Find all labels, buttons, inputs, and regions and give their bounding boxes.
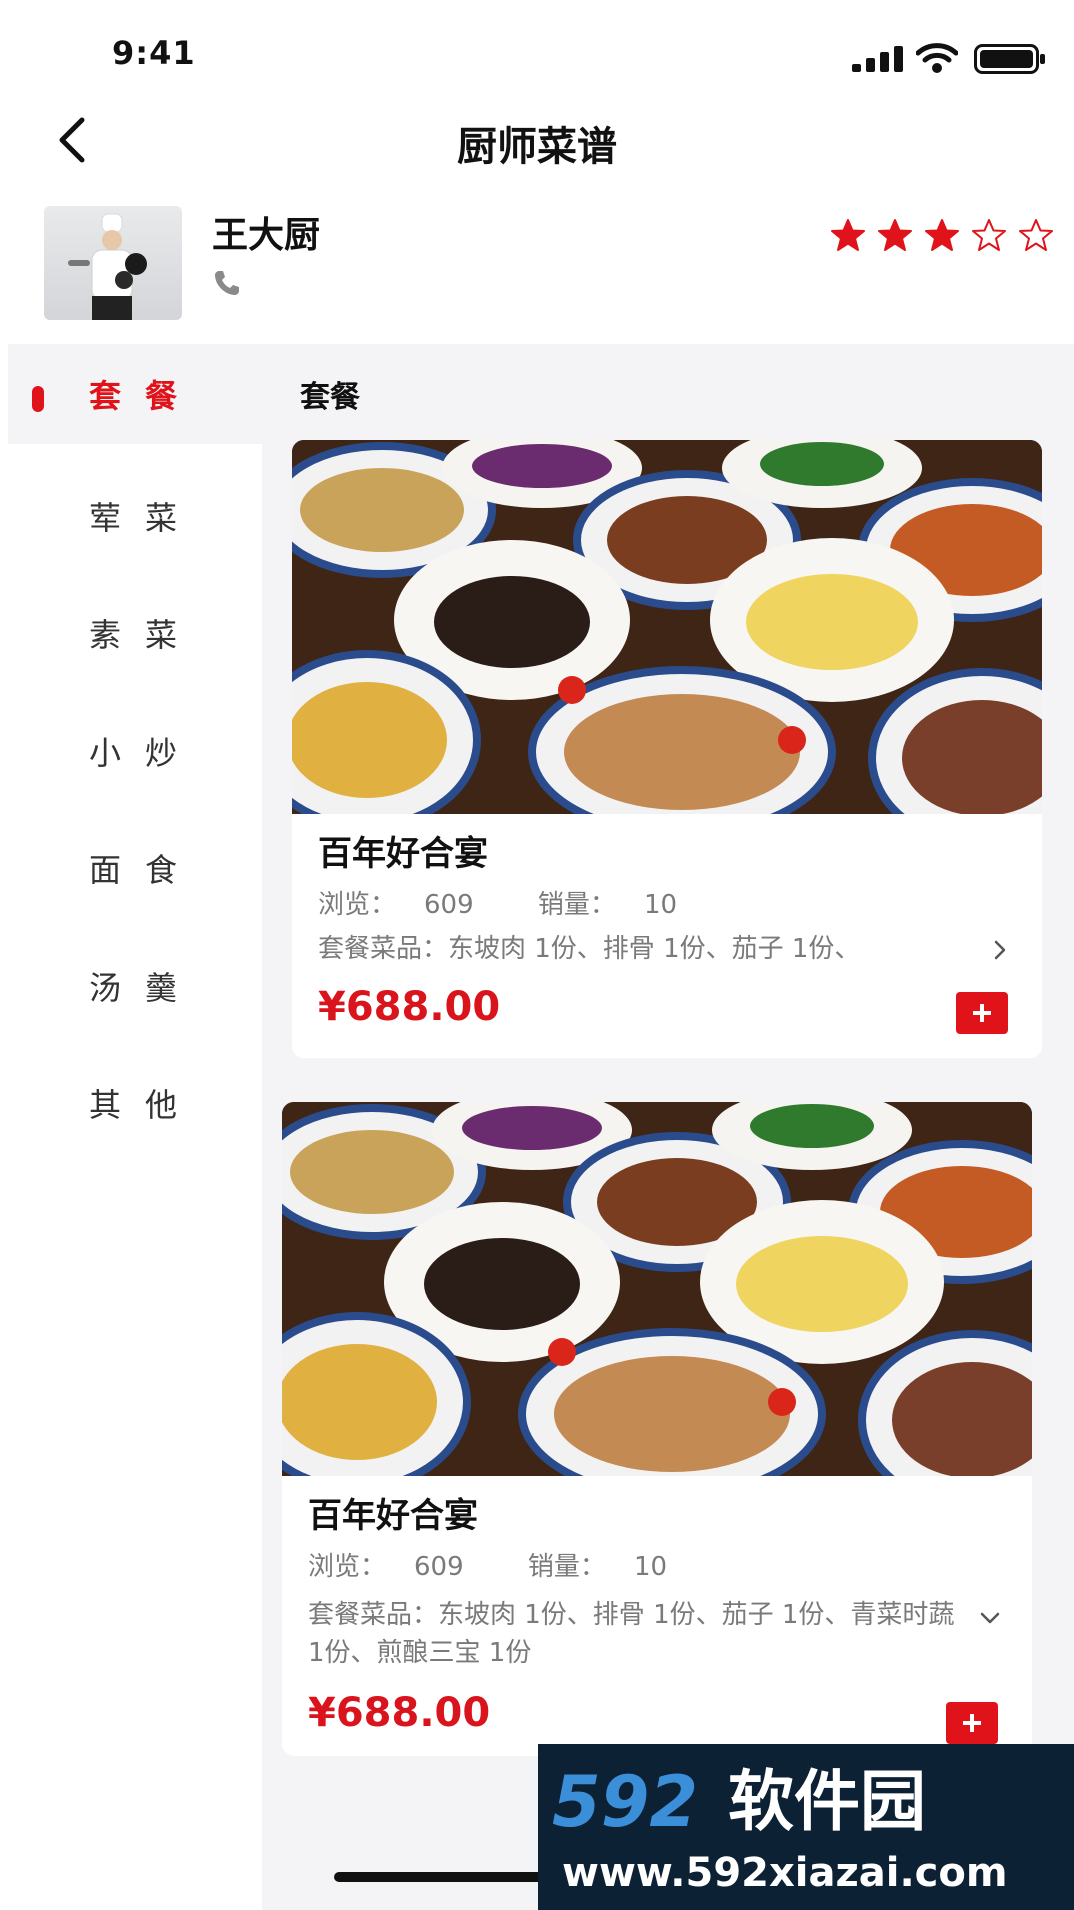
sidebar-item-set-meal[interactable]: 套餐 xyxy=(8,344,262,444)
add-to-cart-button[interactable] xyxy=(956,992,1008,1034)
active-indicator xyxy=(32,386,44,412)
star-filled-icon xyxy=(925,219,959,251)
status-time: 9:41 xyxy=(112,34,196,72)
dish-contents: 套餐菜品：东坡肉 1份、排骨 1份、茄子 1份、 xyxy=(318,934,861,964)
star-outline-icon xyxy=(1019,219,1053,251)
sidebar-item-label: 素菜 xyxy=(88,616,201,654)
sales-label: 销量： xyxy=(527,1552,606,1582)
sales-stat: 销量： 10 xyxy=(538,890,705,920)
sidebar-item-other[interactable]: 其他 xyxy=(8,1053,262,1153)
plus-icon xyxy=(963,1714,981,1732)
chef-name: 王大厨 xyxy=(212,215,321,256)
dish-name: 百年好合宴 xyxy=(308,1496,478,1536)
views-stat: 浏览： 609 xyxy=(308,1552,492,1582)
star-filled-icon xyxy=(831,219,865,251)
sidebar-item-label: 汤羹 xyxy=(88,969,201,1007)
sidebar-item-label: 面食 xyxy=(88,851,201,889)
section-title: 套餐 xyxy=(300,380,360,415)
chevron-right-icon[interactable] xyxy=(988,938,1012,962)
views-label: 浏览： xyxy=(308,1552,387,1582)
views-count: 609 xyxy=(414,1552,464,1582)
cellular-signal-icon xyxy=(852,46,903,72)
sales-label: 销量： xyxy=(537,890,616,920)
set-meal-card[interactable]: 百年好合宴 浏览： 609 销量： 10 套餐菜品：东坡肉 1份、排骨 1份、茄子 … xyxy=(292,440,1042,1058)
watermark-logo: 592 软件园 www.592xiazai.com xyxy=(538,1744,1074,1910)
dish-photo xyxy=(292,440,1042,814)
dish-stats: 浏览： 609 销量： 10 xyxy=(318,884,733,921)
phone-icon[interactable] xyxy=(212,268,242,298)
star-outline-icon xyxy=(972,219,1006,251)
views-count: 609 xyxy=(424,890,474,920)
svg-text:592: 592 xyxy=(552,1761,698,1843)
chevron-down-icon[interactable] xyxy=(978,1606,1002,1630)
sidebar-item-soup[interactable]: 汤羹 xyxy=(8,936,262,1036)
dish-price: ¥688.00 xyxy=(318,984,501,1030)
sidebar-item-label: 套餐 xyxy=(88,377,201,415)
star-filled-icon xyxy=(878,219,912,251)
dish-contents: 套餐菜品：东坡肉 1份、排骨 1份、茄子 1份、青菜时蔬 1份、煎酿三宝 1份 xyxy=(308,1600,955,1668)
category-sidebar: 套餐 荤菜 素菜 小炒 面食 汤羹 其他 xyxy=(8,344,262,1910)
svg-text:软件园: 软件园 xyxy=(728,1763,926,1840)
status-bar: 9:41 xyxy=(0,0,1074,100)
dish-photo xyxy=(282,1102,1032,1476)
sales-count: 10 xyxy=(633,1552,668,1582)
plus-icon xyxy=(973,1004,991,1022)
sidebar-item-noodles[interactable]: 面食 xyxy=(8,818,262,918)
chef-rating xyxy=(830,218,1054,254)
sales-stat: 销量： 10 xyxy=(528,1552,695,1582)
wifi-icon xyxy=(916,43,958,73)
add-to-cart-button[interactable] xyxy=(946,1702,998,1744)
chef-avatar xyxy=(44,206,182,320)
dish-name: 百年好合宴 xyxy=(318,834,488,874)
views-stat: 浏览： 609 xyxy=(318,890,502,920)
svg-text:www.592xiazai.com: www.592xiazai.com xyxy=(562,1850,1008,1896)
dish-stats: 浏览： 609 销量： 10 xyxy=(308,1546,723,1583)
battery-icon xyxy=(974,44,1045,74)
page-title: 厨师菜谱 xyxy=(457,124,617,170)
sidebar-item-meat[interactable]: 荤菜 xyxy=(8,466,262,566)
sidebar-item-label: 小炒 xyxy=(88,734,201,772)
sidebar-item-vegetable[interactable]: 素菜 xyxy=(8,583,262,683)
sidebar-item-stir-fry[interactable]: 小炒 xyxy=(8,701,262,801)
sidebar-item-label: 荤菜 xyxy=(88,499,201,537)
sales-count: 10 xyxy=(643,890,678,920)
dish-price: ¥688.00 xyxy=(308,1690,491,1736)
sidebar-item-label: 其他 xyxy=(88,1086,201,1124)
views-label: 浏览： xyxy=(318,890,397,920)
set-meal-card[interactable]: 百年好合宴 浏览： 609 销量： 10 套餐菜品：东坡肉 1份、排骨 1份、茄子 … xyxy=(282,1102,1032,1756)
chef-profile: 王大厨 xyxy=(0,196,1074,336)
navigation-bar: 厨师菜谱 xyxy=(0,100,1074,196)
